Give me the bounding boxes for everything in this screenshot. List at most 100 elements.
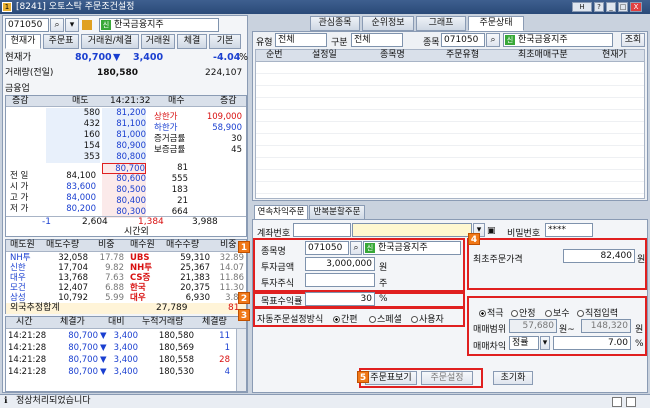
stock-code-input[interactable]: 071050 bbox=[5, 18, 49, 32]
order-status-panel: 유형 전체 구분 전체 종목 071050 ⌕ 한국금융지주 신 조회 순번 설… bbox=[252, 31, 648, 201]
form-search-icon[interactable]: ⌕ bbox=[350, 241, 362, 255]
lookup-button[interactable]: 조회 bbox=[621, 33, 645, 47]
bid-row[interactable]: 80,600 555 bbox=[102, 174, 242, 185]
ask-row[interactable]: 160 81,000 bbox=[6, 130, 146, 141]
minimize-icon[interactable]: _ bbox=[606, 2, 616, 12]
tick-scrollbar[interactable] bbox=[236, 329, 246, 391]
order-grid-row[interactable] bbox=[256, 110, 644, 122]
info-icon: ℹ bbox=[4, 396, 8, 406]
account-info-icon: ▣ bbox=[487, 226, 496, 236]
status-bar: ℹ 정상처리되었습니다 bbox=[0, 394, 650, 408]
broker-row[interactable]: 대우 13,768 7.63 CS증 21,383 11.86 bbox=[6, 273, 246, 283]
ask-row[interactable]: 580 81,200 bbox=[6, 108, 146, 119]
diff-dropdown-icon[interactable]: ▾ bbox=[540, 336, 550, 350]
price-opt-manual[interactable]: 직접입력 bbox=[577, 306, 618, 319]
search-icon[interactable]: ⌕ bbox=[50, 18, 64, 32]
volume-row: 거래량(전일) 180,580 224,107 bbox=[5, 66, 245, 80]
account-select[interactable] bbox=[352, 223, 472, 237]
broker-row[interactable]: NH투 32,058 17.78 UBS 59,310 32.89 bbox=[6, 253, 246, 263]
tab-continuous-order[interactable]: 연속차익주문 bbox=[254, 205, 308, 220]
order-grid-row[interactable] bbox=[256, 170, 644, 182]
maximize-icon[interactable]: □ bbox=[618, 2, 628, 12]
chevron-down-icon[interactable]: ▾ bbox=[65, 18, 79, 32]
investment-shares-input[interactable] bbox=[305, 273, 375, 287]
tab-watchlist[interactable]: 관심종목 bbox=[310, 16, 360, 31]
ask-row[interactable]: 432 81,100 bbox=[6, 119, 146, 130]
type-select[interactable]: 전체 bbox=[275, 33, 327, 47]
diff-value-input[interactable]: 7.00 bbox=[553, 336, 631, 350]
price-limit-row: 하한가 58,900 bbox=[154, 123, 242, 133]
view-order-sheet-button[interactable]: 주문표보기 bbox=[365, 371, 417, 385]
tab-current-price[interactable]: 현재가 bbox=[5, 34, 41, 49]
industry: 금융업 bbox=[5, 84, 30, 94]
tab-basic[interactable]: 기본 bbox=[209, 34, 241, 49]
ohlc-row: 시 가 83,600 bbox=[10, 182, 96, 192]
order-grid-row[interactable] bbox=[256, 122, 644, 134]
order-grid-row[interactable] bbox=[256, 74, 644, 86]
auto-opt-simple[interactable]: 간편 bbox=[333, 312, 358, 325]
bid-row[interactable]: 80,500 183 bbox=[102, 185, 242, 196]
investment-amount-input[interactable]: 3,000,000 bbox=[305, 257, 375, 271]
volume-label: 거래량(전일) bbox=[5, 68, 54, 78]
order-grid-row[interactable] bbox=[256, 86, 644, 98]
tab-order-sheet[interactable]: 주문표 bbox=[43, 34, 79, 49]
tab-repeat-order[interactable]: 반복분할주문 bbox=[309, 205, 365, 220]
help-icon[interactable]: ? bbox=[594, 2, 604, 12]
lock-icon[interactable] bbox=[612, 397, 622, 407]
price-opt-stable[interactable]: 안정 bbox=[511, 306, 536, 319]
bid-row[interactable]: 80,400 21 bbox=[102, 196, 242, 207]
broker-row[interactable]: 삼성 10,792 5.99 대우 6,930 3.84 bbox=[6, 293, 246, 303]
price-limit-row: 증거금률 30 bbox=[154, 134, 242, 144]
window-title: [8241] 오토스탁 주문조건설정 bbox=[16, 2, 135, 12]
help-h-button[interactable]: H bbox=[572, 2, 592, 12]
auto-opt-special[interactable]: 스페셜 bbox=[369, 312, 402, 325]
diff-mode-select[interactable]: 정률 bbox=[509, 336, 539, 350]
order-setting-button[interactable]: 주문설정 bbox=[421, 371, 473, 385]
auto-opt-user[interactable]: 사용자 bbox=[411, 312, 444, 325]
range-high-input[interactable]: 148,320 bbox=[581, 319, 631, 333]
flag-icon[interactable] bbox=[82, 20, 92, 30]
step-badge-4: 4 bbox=[468, 233, 480, 245]
step-badge-1: 1 bbox=[238, 241, 250, 253]
first-price-input[interactable]: 82,400 bbox=[563, 249, 635, 263]
order-grid-row[interactable] bbox=[256, 146, 644, 158]
current-price: 80,700 bbox=[75, 52, 112, 63]
target-return-input[interactable]: 30 bbox=[305, 292, 375, 306]
filter-credit-icon: 신 bbox=[505, 35, 515, 45]
filter-search-icon[interactable]: ⌕ bbox=[486, 33, 500, 47]
price-rate: -4.04 bbox=[213, 52, 241, 63]
account-number-input[interactable] bbox=[293, 223, 351, 237]
tab-broker[interactable]: 거래원 bbox=[141, 34, 175, 49]
filter-code-input[interactable]: 071050 bbox=[441, 33, 485, 47]
range-low-input[interactable]: 57,680 bbox=[509, 319, 557, 333]
ohlc-row: 고 가 84,000 bbox=[10, 193, 96, 203]
form-code-input[interactable]: 071050 bbox=[305, 241, 349, 255]
left-panel: 071050 ⌕ ▾ 한국금융지주 신 현재가 주문표 거래원/체결 거래원 체… bbox=[2, 15, 248, 393]
order-grid-row[interactable] bbox=[256, 134, 644, 146]
title-bar: 1 [8241] 오토스탁 주문조건설정 H ? _ □ X bbox=[0, 0, 650, 14]
tab-order-status[interactable]: 주문상태 bbox=[468, 16, 524, 31]
tab-graph[interactable]: 그래프 bbox=[416, 16, 466, 31]
tick-row: 14:21:28 80,700 ▼ 3,400 180,569 1 bbox=[8, 343, 230, 353]
gubun-select[interactable]: 전체 bbox=[351, 33, 403, 47]
price-opt-conservative[interactable]: 보수 bbox=[545, 306, 570, 319]
ask-row[interactable]: 353 80,800 bbox=[6, 152, 146, 163]
broker-row[interactable]: 신한 17,704 9.82 NH투 25,367 14.07 bbox=[6, 263, 246, 273]
ohlc-row: 저 가 80,200 bbox=[10, 204, 96, 214]
broker-row[interactable]: 모건 12,407 6.88 한국 20,375 11.30 bbox=[6, 283, 246, 293]
tab-ranking[interactable]: 순위정보 bbox=[362, 16, 414, 31]
order-grid-row[interactable] bbox=[256, 98, 644, 110]
price-opt-aggressive[interactable]: 적극 bbox=[479, 306, 504, 319]
order-grid-row[interactable] bbox=[256, 182, 644, 194]
tab-broker-trades[interactable]: 거래원/체결 bbox=[81, 34, 139, 49]
bid-row[interactable]: 80,700 81 bbox=[102, 163, 242, 174]
tool-icon[interactable] bbox=[626, 397, 636, 407]
password-input[interactable]: **** bbox=[545, 223, 593, 237]
reset-button[interactable]: 초기화 bbox=[493, 371, 533, 385]
tick-row: 14:21:28 80,700 ▼ 3,400 180,580 11 bbox=[8, 331, 230, 341]
close-icon[interactable]: X bbox=[630, 2, 642, 12]
ask-row[interactable]: 154 80,900 bbox=[6, 141, 146, 152]
tab-trades[interactable]: 체결 bbox=[177, 34, 207, 49]
order-grid-row[interactable] bbox=[256, 62, 644, 74]
order-grid-row[interactable] bbox=[256, 158, 644, 170]
